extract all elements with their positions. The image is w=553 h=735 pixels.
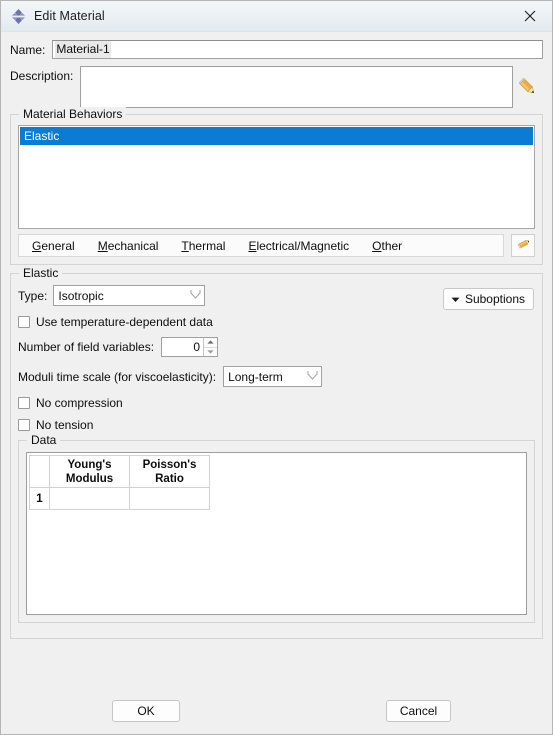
type-select-value: Isotropic [58, 288, 104, 303]
table-header-youngs-modulus-line1: Young's [67, 458, 112, 471]
abaqus-material-icon [10, 8, 27, 25]
table-header-youngs-modulus[interactable]: Young's Modulus [49, 455, 130, 488]
table-header-poissons-ratio[interactable]: Poisson's Ratio [129, 455, 210, 488]
table-row-index: 1 [29, 487, 50, 510]
material-behaviors-group: Material Behaviors Elastic General Mecha… [10, 107, 543, 265]
close-icon[interactable] [508, 1, 552, 32]
chevron-down-icon [187, 289, 204, 302]
description-input[interactable] [80, 66, 513, 108]
table-header-poissons-ratio-line2: Ratio [155, 472, 184, 485]
table-cell-filler [209, 487, 298, 510]
menu-item-thermal-rest: hermal [188, 238, 226, 253]
no-tension-label: No tension [36, 418, 94, 432]
field-variables-stepper[interactable]: 0 [161, 337, 219, 357]
ok-button[interactable]: OK [112, 699, 180, 722]
menu-item-other-rest: ther [381, 238, 403, 253]
moduli-time-scale-value: Long-term [228, 369, 283, 384]
no-tension-row[interactable]: No tension [18, 418, 535, 432]
material-behaviors-group-title: Material Behaviors [19, 107, 127, 121]
window-title: Edit Material [34, 9, 105, 23]
description-label: Description: [10, 69, 74, 83]
field-variables-row: Number of field variables: 0 [18, 337, 535, 357]
menu-item-general-mnemonic: G [32, 238, 42, 253]
data-table-container[interactable]: Young's Modulus Poisson's Ratio 1 [26, 452, 527, 615]
table-header-index [29, 455, 50, 488]
dialog-content: Name: Material-1 Description: Material B… [1, 32, 552, 687]
table-row: 1 [29, 487, 298, 510]
pencil-icon[interactable] [513, 66, 543, 108]
chevron-down-icon [304, 370, 321, 383]
menu-item-mechanical-mnemonic: M [97, 238, 108, 253]
type-select[interactable]: Isotropic [53, 285, 206, 306]
table-header-filler [209, 455, 298, 488]
menu-item-general-rest: eneral [41, 238, 75, 253]
moduli-time-scale-row: Moduli time scale (for viscoelasticity):… [18, 366, 535, 387]
table-cell-poissons-ratio[interactable] [129, 487, 210, 510]
no-compression-label: No compression [36, 396, 123, 410]
table-header-poissons-ratio-line1: Poisson's [142, 458, 197, 471]
description-row: Description: [10, 66, 543, 108]
edit-material-dialog: Edit Material Name: Material-1 Descripti… [0, 0, 553, 735]
table-cell-youngs-modulus[interactable] [49, 487, 130, 510]
menu-item-thermal[interactable]: Thermal [181, 239, 225, 253]
dialog-footer: OK Cancel [1, 687, 552, 734]
no-compression-checkbox[interactable] [18, 397, 30, 409]
name-input[interactable]: Material-1 [52, 40, 543, 59]
temperature-dependent-checkbox[interactable] [18, 316, 30, 328]
menu-item-general[interactable]: General [32, 239, 75, 253]
behavior-menu-strip: General Mechanical Thermal Electrical/Ma… [18, 234, 504, 257]
chevron-down-icon [451, 295, 460, 304]
table-header-youngs-modulus-line2: Modulus [65, 472, 114, 485]
suboptions-button-label: Suboptions [464, 292, 525, 306]
moduli-time-scale-select[interactable]: Long-term [223, 366, 323, 387]
menu-item-mechanical[interactable]: Mechanical [98, 239, 159, 253]
no-tension-checkbox[interactable] [18, 419, 30, 431]
behavior-menubar: General Mechanical Thermal Electrical/Ma… [18, 234, 535, 257]
name-input-value: Material-1 [55, 41, 111, 58]
moduli-time-scale-label: Moduli time scale (for viscoelasticity): [18, 369, 217, 384]
menu-item-other-mnemonic: O [372, 238, 382, 253]
suboptions-button[interactable]: Suboptions [442, 288, 534, 310]
material-behaviors-list[interactable]: Elastic [18, 125, 535, 229]
menu-item-other[interactable]: Other [372, 239, 402, 253]
stepper-up-icon[interactable] [204, 338, 218, 348]
stepper-down-icon[interactable] [204, 348, 217, 357]
name-row: Name: Material-1 [10, 40, 543, 59]
field-variables-label: Number of field variables: [18, 340, 155, 354]
table-header-row: Young's Modulus Poisson's Ratio [29, 455, 298, 488]
elastic-group: Elastic Suboptions Type: Isotropic Use t… [10, 266, 543, 639]
list-item[interactable]: Elastic [20, 127, 533, 145]
name-label: Name: [10, 42, 46, 57]
edit-behavior-button[interactable] [511, 234, 535, 257]
type-label: Type: [18, 288, 48, 303]
menu-item-electrical-magnetic[interactable]: Electrical/Magnetic [248, 239, 349, 253]
menu-item-mechanical-rest: echanical [107, 238, 159, 253]
temperature-dependent-label: Use temperature-dependent data [36, 315, 213, 329]
cancel-button[interactable]: Cancel [386, 699, 451, 722]
elastic-group-title: Elastic [19, 266, 63, 280]
no-compression-row[interactable]: No compression [18, 396, 535, 410]
field-variables-value[interactable]: 0 [162, 338, 203, 356]
menu-item-thermal-mnemonic: T [181, 238, 189, 253]
menu-item-electrical-magnetic-rest: lectrical/Magnetic [256, 238, 350, 253]
data-table: Young's Modulus Poisson's Ratio 1 [29, 455, 298, 510]
data-group: Data Young's Modulus Poisson's Ratio 1 [18, 433, 535, 623]
temperature-dependent-row[interactable]: Use temperature-dependent data [18, 315, 535, 329]
stepper-arrows[interactable] [203, 338, 218, 357]
pencil-icon [515, 236, 531, 255]
data-group-title: Data [27, 433, 61, 447]
title-bar: Edit Material [1, 1, 552, 32]
